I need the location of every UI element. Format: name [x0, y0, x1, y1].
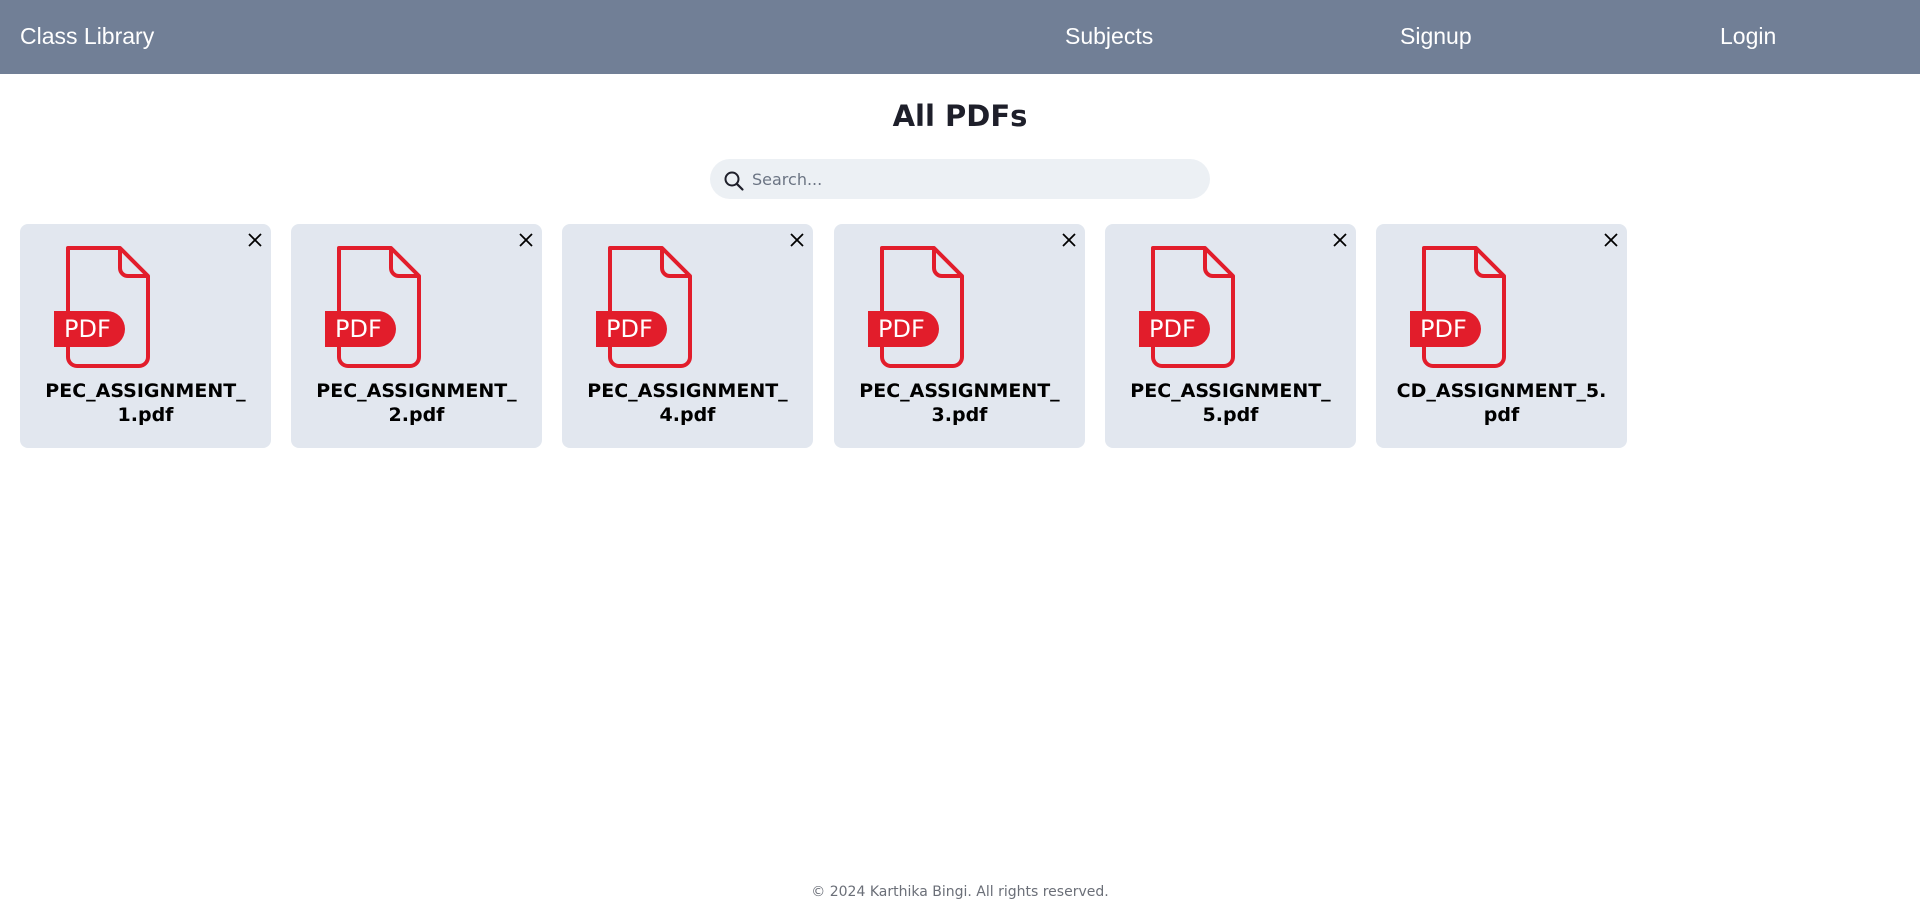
pdf-file-icon: PDF	[1139, 246, 1235, 368]
search-icon	[724, 171, 744, 191]
pdf-file-icon: PDF	[868, 246, 964, 368]
pdf-card[interactable]: PDF PEC_ASSIGNMENT_4.pdf	[562, 224, 813, 448]
pdf-card[interactable]: PDF PEC_ASSIGNMENT_5.pdf	[1105, 224, 1356, 448]
close-icon[interactable]	[1060, 231, 1078, 249]
file-name: PEC_ASSIGNMENT_5.pdf	[1130, 380, 1331, 426]
brand-link[interactable]: Class Library	[20, 20, 154, 52]
close-icon[interactable]	[517, 231, 535, 249]
search-bar	[710, 159, 1210, 199]
pdf-card-list: PDF PEC_ASSIGNMENT_1.pdf PDF PEC_ASSIGNM…	[20, 224, 1900, 450]
nav-link-login[interactable]: Login	[1720, 20, 1776, 52]
pdf-badge-label: PDF	[878, 315, 925, 343]
pdf-badge-label: PDF	[64, 315, 111, 343]
navbar: Class Library Subjects Signup Login	[0, 0, 1920, 74]
close-icon[interactable]	[788, 231, 806, 249]
pdf-card[interactable]: PDF PEC_ASSIGNMENT_1.pdf	[20, 224, 271, 448]
pdf-card[interactable]: PDF PEC_ASSIGNMENT_3.pdf	[834, 224, 1085, 448]
footer-copyright: © 2024 Karthika Bingi. All rights reserv…	[811, 884, 1109, 900]
pdf-card[interactable]: PDF PEC_ASSIGNMENT_2.pdf	[291, 224, 542, 448]
pdf-file-icon: PDF	[54, 246, 150, 368]
pdf-file-icon: PDF	[325, 246, 421, 368]
pdf-badge-label: PDF	[606, 315, 653, 343]
page-title: All PDFs	[892, 99, 1028, 133]
file-name: PEC_ASSIGNMENT_4.pdf	[587, 380, 788, 426]
file-name: PEC_ASSIGNMENT_1.pdf	[45, 380, 246, 426]
close-icon[interactable]	[1602, 231, 1620, 249]
nav-link-signup[interactable]: Signup	[1400, 20, 1472, 52]
pdf-badge-label: PDF	[1420, 315, 1467, 343]
pdf-badge-label: PDF	[335, 315, 382, 343]
nav-link-subjects[interactable]: Subjects	[1065, 20, 1153, 52]
close-icon[interactable]	[1331, 231, 1349, 249]
file-name: PEC_ASSIGNMENT_2.pdf	[316, 380, 517, 426]
pdf-badge-label: PDF	[1149, 315, 1196, 343]
pdf-card[interactable]: PDF CD_ASSIGNMENT_5.pdf	[1376, 224, 1627, 448]
file-name: PEC_ASSIGNMENT_3.pdf	[859, 380, 1060, 426]
file-name: CD_ASSIGNMENT_5.pdf	[1396, 380, 1607, 426]
pdf-file-icon: PDF	[596, 246, 692, 368]
search-input[interactable]	[750, 159, 1192, 199]
pdf-file-icon: PDF	[1410, 246, 1506, 368]
close-icon[interactable]	[246, 231, 264, 249]
